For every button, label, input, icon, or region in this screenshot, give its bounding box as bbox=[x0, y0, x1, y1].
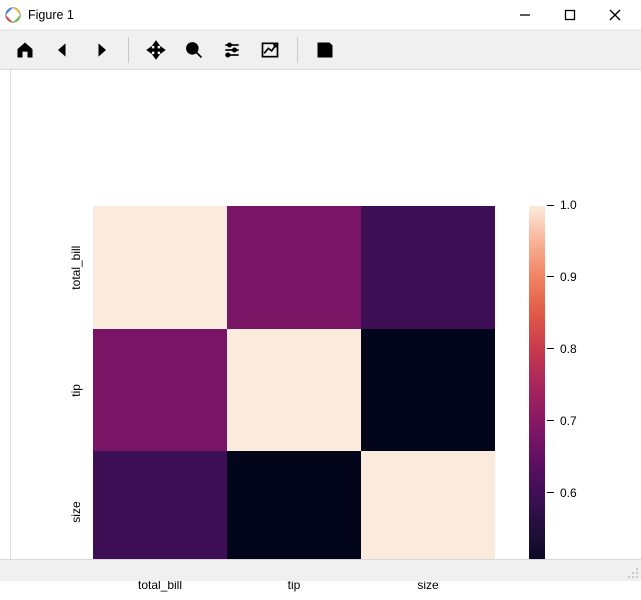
pan-button[interactable] bbox=[139, 34, 173, 66]
heatmap-cell bbox=[227, 451, 361, 574]
resize-grip-icon bbox=[625, 565, 639, 579]
y-tick-label: total_bill bbox=[69, 206, 83, 329]
maximize-button[interactable] bbox=[547, 1, 592, 29]
window-title: Figure 1 bbox=[28, 8, 502, 22]
heatmap-cell bbox=[227, 329, 361, 452]
y-tick-label: tip bbox=[69, 329, 83, 452]
heatmap-cell bbox=[93, 329, 227, 452]
heatmap-cell bbox=[93, 451, 227, 574]
heatmap-cell bbox=[361, 329, 495, 452]
heatmap-cell bbox=[93, 206, 227, 329]
y-axis-labels: total_billtipsize bbox=[69, 206, 93, 574]
edit-axes-button[interactable] bbox=[253, 34, 287, 66]
back-button[interactable] bbox=[46, 34, 80, 66]
x-axis-labels: total_billtipsize bbox=[93, 578, 495, 600]
heatmap bbox=[93, 206, 495, 574]
save-button[interactable] bbox=[308, 34, 342, 66]
colorbar bbox=[529, 206, 545, 574]
toolbar-separator bbox=[128, 37, 129, 63]
x-tick-label: size bbox=[361, 578, 495, 600]
window-titlebar: Figure 1 bbox=[0, 0, 641, 30]
configure-subplots-button[interactable] bbox=[215, 34, 249, 66]
colorbar-tick: 0.8 bbox=[547, 342, 577, 356]
colorbar-tick-label: 0.6 bbox=[560, 486, 577, 500]
matplotlib-toolbar bbox=[0, 30, 641, 70]
status-bar bbox=[0, 559, 641, 581]
toolbar-separator bbox=[297, 37, 298, 63]
heatmap-cell bbox=[361, 451, 495, 574]
colorbar-tick-label: 0.7 bbox=[560, 414, 577, 428]
colorbar-tick: 0.9 bbox=[547, 270, 577, 284]
heatmap-cell bbox=[361, 206, 495, 329]
app-icon bbox=[4, 6, 22, 24]
x-tick-label: total_bill bbox=[93, 578, 227, 600]
colorbar-tick-label: 0.9 bbox=[560, 270, 577, 284]
minimize-button[interactable] bbox=[502, 1, 547, 29]
colorbar-tick: 0.7 bbox=[547, 414, 577, 428]
zoom-button[interactable] bbox=[177, 34, 211, 66]
x-tick-label: tip bbox=[227, 578, 361, 600]
home-button[interactable] bbox=[8, 34, 42, 66]
window-controls bbox=[502, 1, 637, 29]
colorbar-tick: 0.6 bbox=[547, 486, 577, 500]
colorbar-tick-label: 1.0 bbox=[560, 198, 577, 212]
forward-button[interactable] bbox=[84, 34, 118, 66]
colorbar-tick: 1.0 bbox=[547, 198, 577, 212]
plot-area: total_billtipsize total_billtipsize 1.0 0… bbox=[10, 70, 641, 581]
heatmap-cell bbox=[227, 206, 361, 329]
colorbar-ticks: 1.00.90.80.70.60.5 bbox=[547, 198, 597, 582]
close-button[interactable] bbox=[592, 1, 637, 29]
colorbar-tick-label: 0.8 bbox=[560, 342, 577, 356]
figure-canvas[interactable]: total_billtipsize total_billtipsize 1.0 0… bbox=[0, 70, 641, 581]
y-tick-label: size bbox=[69, 451, 83, 574]
